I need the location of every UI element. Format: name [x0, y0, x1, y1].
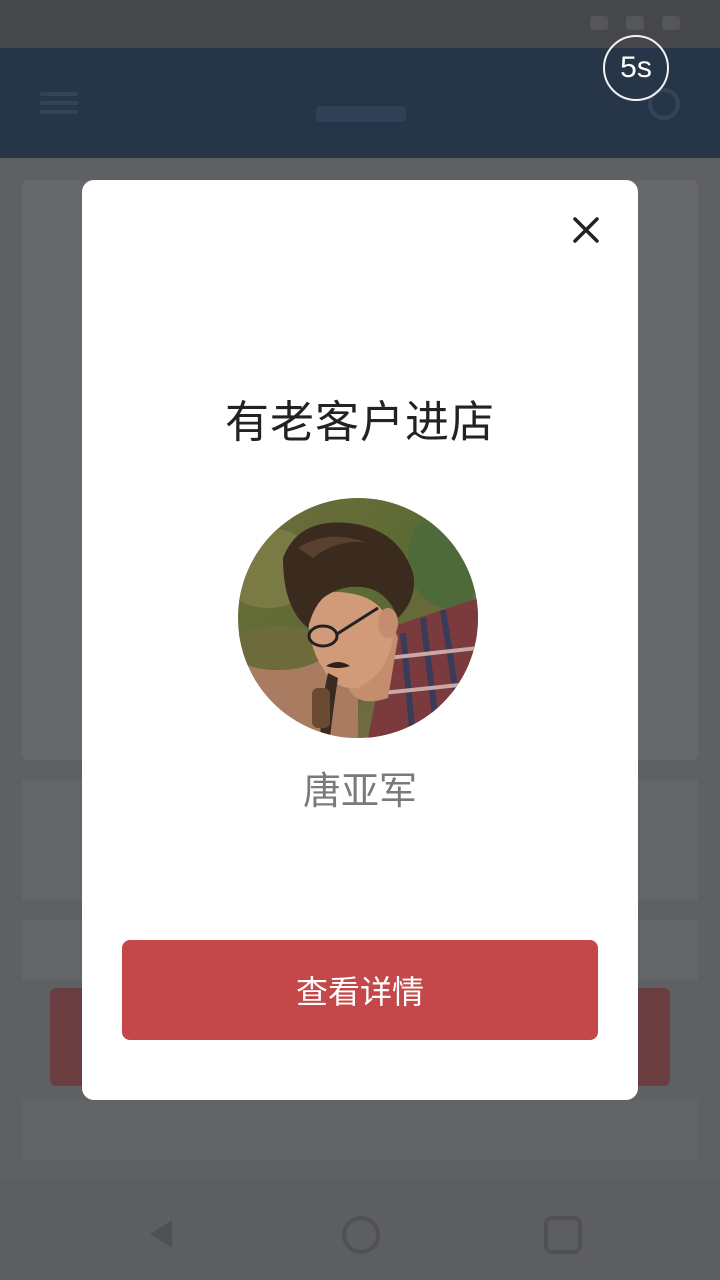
system-nav-bar [0, 1180, 720, 1280]
back-icon [142, 1216, 178, 1252]
view-details-button[interactable]: 查看详情 [122, 940, 598, 1040]
header-title [316, 106, 406, 122]
customer-arrival-dialog: 有老客户进店 唐亚军 查看详情 [82, 180, 638, 1100]
customer-avatar [238, 498, 478, 738]
close-icon[interactable] [566, 210, 606, 250]
home-icon [342, 1216, 380, 1254]
dialog-title: 有老客户进店 [225, 397, 495, 448]
status-icons [590, 16, 680, 30]
customer-name: 唐亚军 [302, 769, 417, 813]
recent-apps-icon [544, 1216, 582, 1254]
countdown-timer[interactable]: 5s [603, 35, 669, 101]
status-bar [0, 0, 720, 48]
menu-icon [40, 92, 78, 114]
background-footer-card [22, 1100, 698, 1160]
